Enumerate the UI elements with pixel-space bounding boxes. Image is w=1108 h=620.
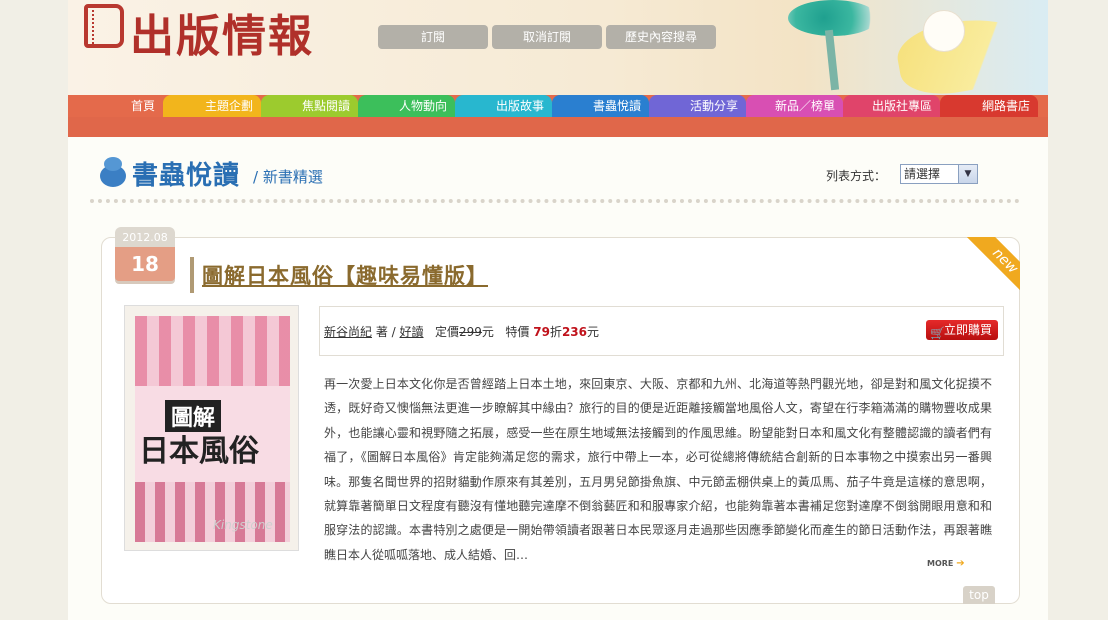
book-logo-icon xyxy=(84,4,124,48)
chevron-down-icon[interactable]: ▼ xyxy=(958,165,977,183)
nav-publishing-stories[interactable]: 出版故事 xyxy=(455,95,552,117)
nav-theme-planning[interactable]: 主題企劃 xyxy=(163,95,261,117)
author-link[interactable]: 新谷尚紀 xyxy=(324,325,372,339)
more-link[interactable]: MORE ➔ xyxy=(927,558,965,569)
main-nav: 首頁 主題企劃 焦點閱讀 人物動向 出版故事 書蟲悅讀 活動分享 新品／榜單 出… xyxy=(68,95,1048,117)
cover-watermark: Kingstone xyxy=(213,518,273,532)
nav-focus-reading[interactable]: 焦點閱讀 xyxy=(261,95,358,117)
nav-people[interactable]: 人物動向 xyxy=(358,95,455,117)
publisher-link[interactable]: 好讀 xyxy=(400,325,424,339)
discount-value: 79 xyxy=(533,325,550,339)
divider xyxy=(90,199,1020,203)
subscribe-button[interactable]: 訂閱 xyxy=(378,25,488,49)
bookworm-icon xyxy=(98,155,128,189)
sort-label: 列表方式： xyxy=(826,169,887,183)
unsubscribe-button[interactable]: 取消訂閱 xyxy=(492,25,602,49)
new-badge: new xyxy=(966,237,1020,291)
book-title[interactable]: 圖解日本風俗【趣味易懂版】 xyxy=(202,260,488,290)
nav-underbar xyxy=(68,117,1048,137)
sort-select[interactable]: 請選擇 ▼ xyxy=(900,164,978,184)
history-search-button[interactable]: 歷史內容搜尋 xyxy=(606,25,716,49)
site-header: 出版情報 訂閱 取消訂閱 歷史內容搜尋 xyxy=(68,0,1048,95)
site-logo[interactable]: 出版情報 xyxy=(130,0,314,64)
nav-online-store[interactable]: 網路書店 xyxy=(940,95,1038,117)
date-day: 18 xyxy=(115,247,175,281)
buy-now-button[interactable]: 🛒 立即購買 xyxy=(926,320,998,340)
nav-events[interactable]: 活動分享 xyxy=(649,95,746,117)
sort-select-value: 請選擇 xyxy=(904,167,941,181)
title-accent xyxy=(190,257,194,293)
nav-new-rankings[interactable]: 新品／榜單 xyxy=(746,95,843,117)
cover-big-title: 日本風俗 xyxy=(139,434,259,469)
section-subtitle: / 新書精選 xyxy=(253,168,323,186)
list-price: 299 xyxy=(459,325,482,339)
header-illustration xyxy=(708,0,1048,95)
section-title: 書蟲悅讀 xyxy=(132,161,241,191)
book-info-line: 新谷尚紀 著 / 好讀 定價299元 特價 79折236元 xyxy=(324,325,600,339)
date-tab: 2012.08 18 xyxy=(115,227,175,292)
date-year-month: 2012.08 xyxy=(115,227,175,247)
back-to-top-button[interactable]: top xyxy=(963,586,995,604)
nav-book-reading[interactable]: 書蟲悅讀 xyxy=(552,95,649,117)
arrow-right-icon: ➔ xyxy=(956,558,965,569)
book-cover[interactable]: 圖解 日本風俗 Kingstone xyxy=(124,305,299,551)
nav-publisher-zone[interactable]: 出版社專區 xyxy=(843,95,940,117)
cart-icon: 🛒 xyxy=(930,326,945,340)
nav-home[interactable]: 首頁 xyxy=(68,95,163,117)
special-price: 236 xyxy=(561,325,587,339)
book-description: 再一次愛上日本文化你是否曾經踏上日本土地，來回東京、大阪、京都和九州、北海道等熱… xyxy=(324,377,992,562)
